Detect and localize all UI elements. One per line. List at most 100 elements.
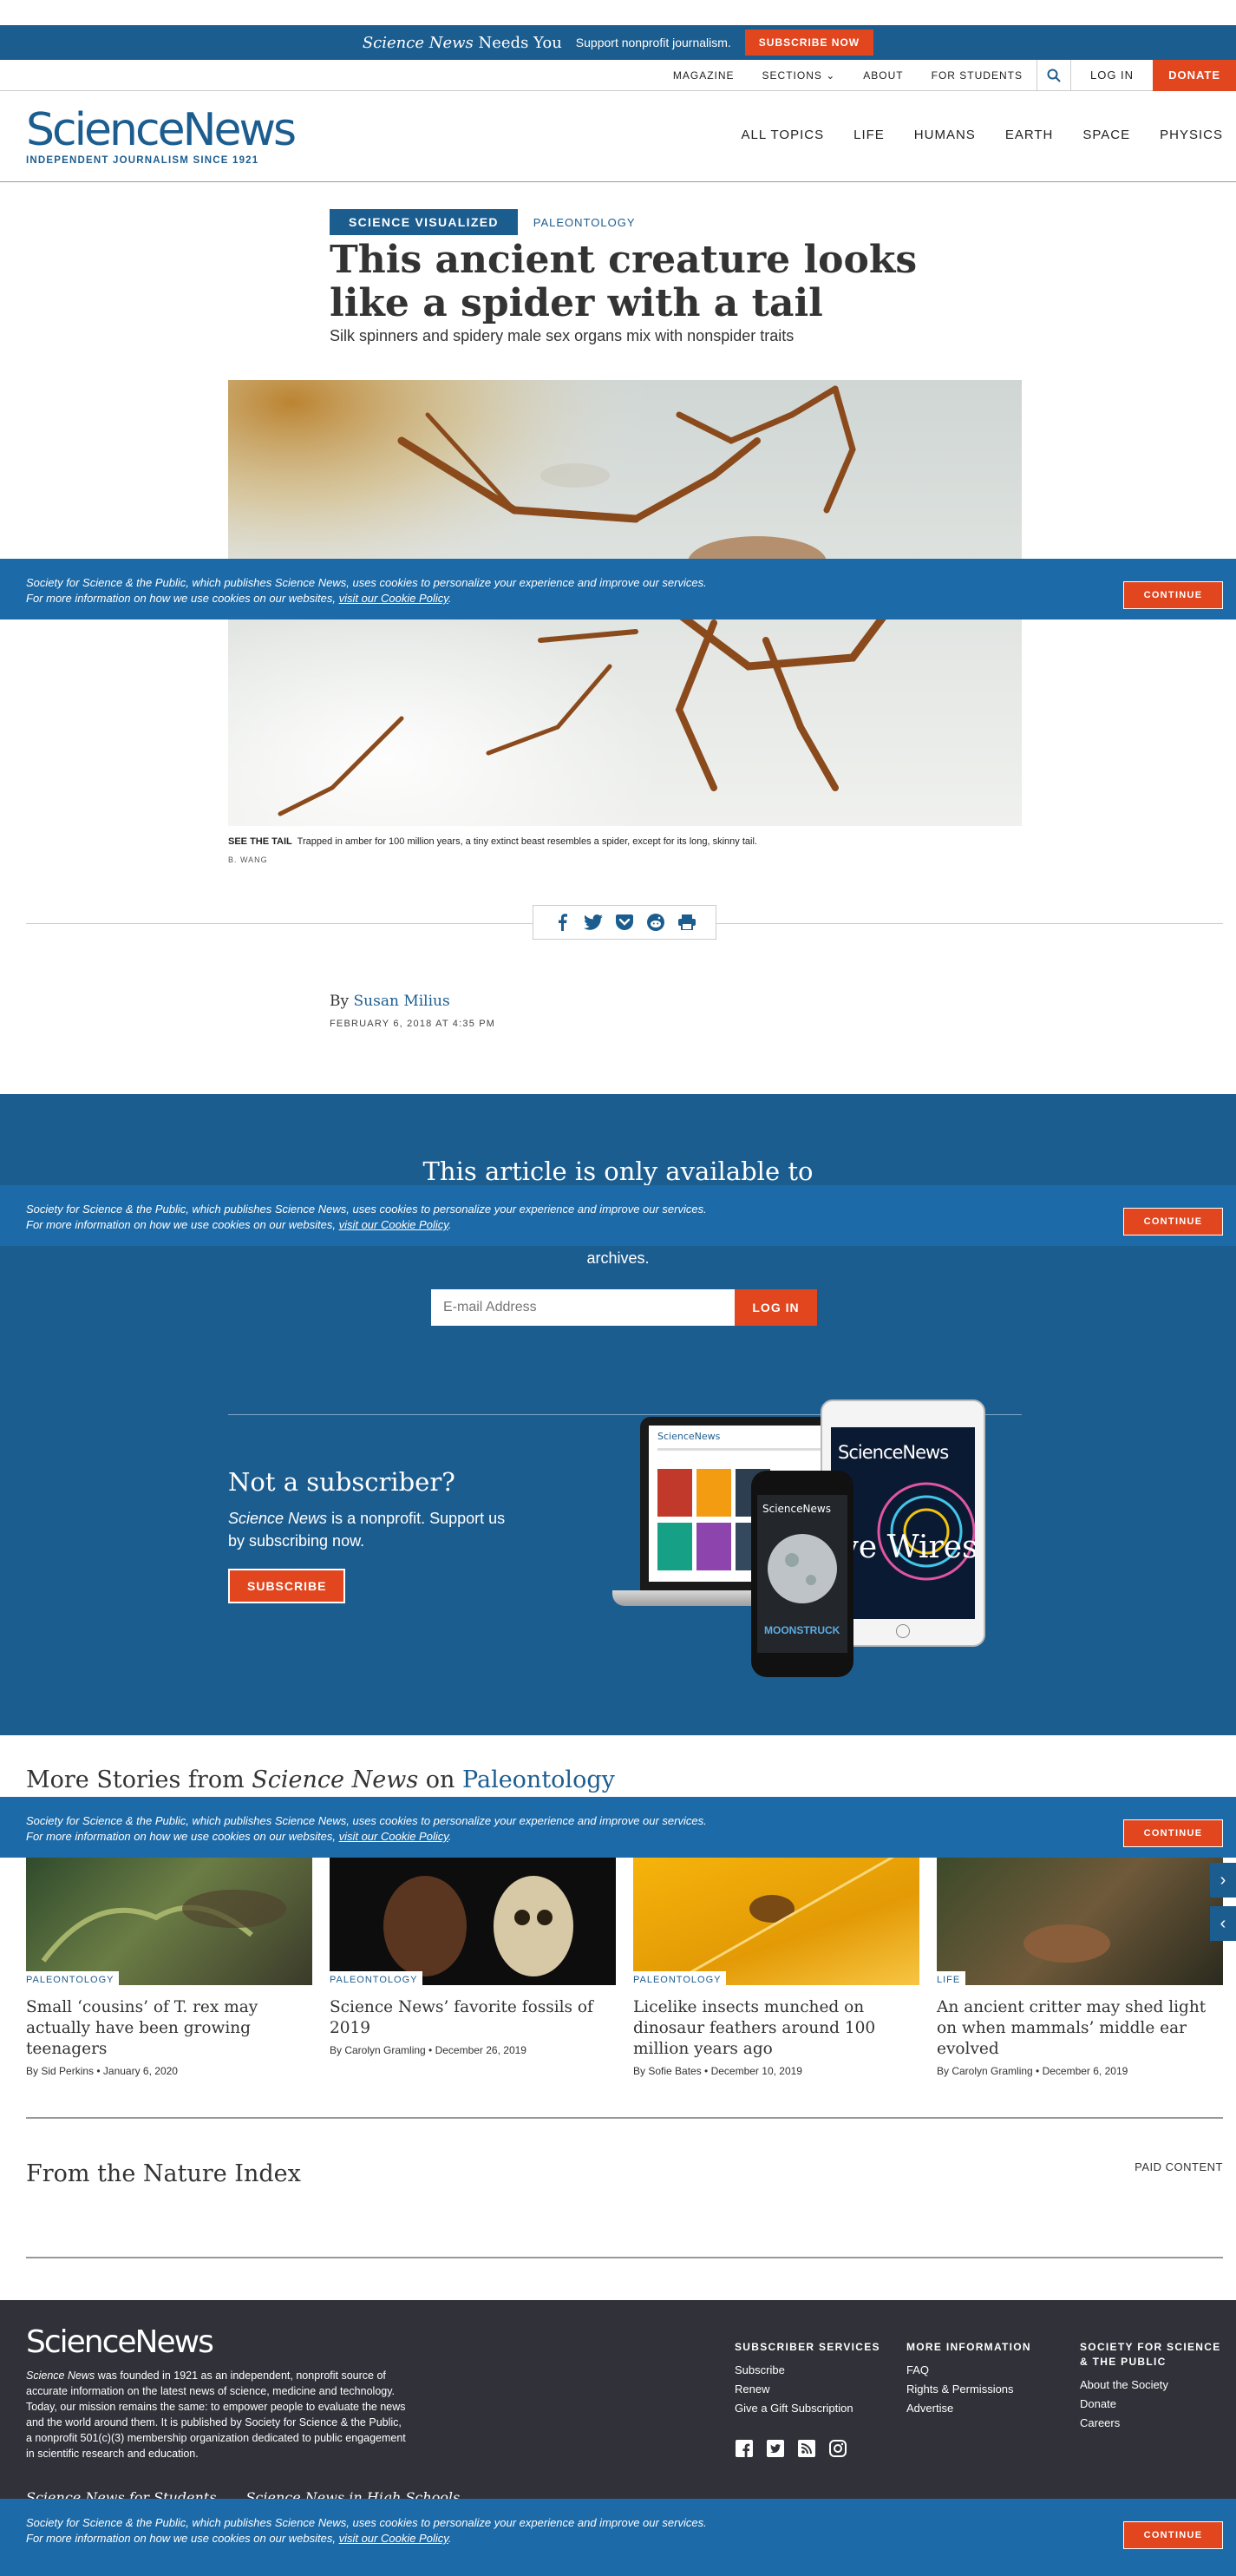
cookie-policy-link[interactable]: visit our Cookie Policy [339,592,448,605]
prev-arrow-icon[interactable]: ‹ [1210,1906,1236,1941]
footer-link-advertise[interactable]: Advertise [906,2402,1031,2415]
logo-tagline: INDEPENDENT JOURNALISM SINCE 1921 [26,155,259,166]
story-card[interactable]: LIFE An ancient critter may shed light o… [937,1857,1223,2077]
login-link[interactable]: LOG IN [1071,69,1153,82]
story-card[interactable]: PALEONTOLOGY Small ‘cousins’ of T. rex m… [26,1857,312,2077]
rss-icon[interactable] [797,2439,816,2458]
facebook-icon[interactable] [735,2439,754,2458]
phone-image: ScienceNews MOONSTRUCK [751,1471,853,1677]
article-kicker: SCIENCE VISUALIZED PALEONTOLOGY [330,209,636,235]
story-title[interactable]: An ancient critter may shed light on whe… [937,1997,1223,2060]
subscribe-now-button[interactable]: SUBSCRIBE NOW [744,29,874,56]
svg-text:MOONSTRUCK: MOONSTRUCK [764,1624,840,1636]
image-caption: SEE THE TAIL Trapped in amber for 100 mi… [228,836,757,847]
svg-text:ScienceNews: ScienceNews [657,1431,721,1442]
device-mockups: ScienceNews ScienceNews ive Wires Scienc… [612,1399,985,1677]
cookie-continue-button[interactable]: CONTINUE [1123,2521,1223,2549]
cookie-continue-button[interactable]: CONTINUE [1123,1208,1223,1236]
facebook-icon[interactable] [553,913,572,932]
byline: By Susan Milius [330,993,450,1010]
about-link[interactable]: ABOUT [849,69,917,82]
caption-label: SEE THE TAIL [228,836,292,847]
reddit-icon[interactable] [646,913,665,932]
story-thumbnail[interactable]: PALEONTOLOGY [633,1855,919,1987]
nav-life[interactable]: LIFE [853,128,885,142]
email-field[interactable] [431,1289,735,1326]
cookie-policy-link[interactable]: visit our Cookie Policy [339,1830,448,1843]
kicker-science-visualized[interactable]: SCIENCE VISUALIZED [330,209,518,235]
promo-text: Support nonprofit journalism. [575,36,731,49]
story-thumbnail[interactable]: LIFE [937,1857,1223,1985]
story-tag[interactable]: LIFE [937,1971,966,1985]
cookie-text: Society for Science & the Public, which … [26,2516,707,2545]
paywall-login-button[interactable]: LOG IN [735,1289,817,1326]
print-icon[interactable] [677,913,696,932]
site-logo[interactable]: ScienceNews INDEPENDENT JOURNALISM SINCE… [26,104,297,166]
story-meta: By Carolyn Gramling • December 26, 2019 [330,2044,526,2056]
svg-text:ScienceNews: ScienceNews [838,1442,948,1463]
donate-button[interactable]: DONATE [1153,59,1236,91]
story-title[interactable]: Licelike insects munched on dinosaur fea… [633,1997,919,2060]
more-stories-category-link[interactable]: Paleontology [462,1766,615,1793]
author-link[interactable]: Susan Milius [354,993,450,1010]
story-tag[interactable]: PALEONTOLOGY [633,1971,727,1985]
search-icon[interactable] [1036,59,1071,91]
subscribe-button[interactable]: SUBSCRIBE [228,1569,346,1603]
story-tag[interactable]: PALEONTOLOGY [26,1971,120,1985]
footer-link-careers[interactable]: Careers [1080,2416,1227,2429]
story-tag[interactable]: PALEONTOLOGY [330,1971,423,1985]
cookie-policy-link[interactable]: visit our Cookie Policy [339,1218,448,1231]
cookie-banner: Society for Science & the Public, which … [0,2499,1236,2576]
nav-earth[interactable]: EARTH [1005,128,1054,142]
publish-date: FEBRUARY 6, 2018 AT 4:35 PM [330,1019,496,1029]
story-thumbnail[interactable]: PALEONTOLOGY [26,1857,312,1985]
story-card[interactable]: PALEONTOLOGY Licelike insects munched on… [633,1855,919,2077]
twitter-icon[interactable] [766,2439,785,2458]
next-arrow-icon[interactable]: › [1210,1863,1236,1898]
magazine-link[interactable]: MAGAZINE [659,69,749,82]
footer-link-about-society[interactable]: About the Society [1080,2378,1227,2391]
pocket-icon[interactable] [615,913,634,932]
footer-link-subscribe[interactable]: Subscribe [735,2363,880,2376]
story-title[interactable]: Small ‘cousins’ of T. rex may actually h… [26,1997,312,2060]
footer-subscriber-services: SUBSCRIBER SERVICES Subscribe Renew Give… [735,2340,880,2421]
share-bar [533,905,716,940]
not-subscriber-text: Science News is a nonprofit. Support us … [228,1510,506,1550]
tablet-home-button [896,1624,910,1638]
twitter-icon[interactable] [584,913,603,932]
story-title[interactable]: Science News’ favorite fossils of 2019 [330,1997,616,2039]
masthead: ScienceNews INDEPENDENT JOURNALISM SINCE… [0,91,1236,182]
utility-nav: MAGAZINE SECTIONS ⌄ ABOUT FOR STUDENTS L… [0,59,1236,91]
story-card[interactable]: PALEONTOLOGY Science News’ favorite foss… [330,1857,616,2077]
instagram-icon[interactable] [828,2439,847,2458]
story-cards: PALEONTOLOGY Small ‘cousins’ of T. rex m… [26,1855,1223,2077]
logo-wordmark: ScienceNews [26,104,297,156]
image-credit: B. WANG [228,855,268,864]
footer-social [735,2439,847,2458]
footer-col-title: SOCIETY FOR SCIENCE & THE PUBLIC [1080,2341,1221,2368]
article-dek: Silk spinners and spidery male sex organ… [330,327,795,344]
cookie-continue-button[interactable]: CONTINUE [1123,1819,1223,1847]
sections-menu[interactable]: SECTIONS ⌄ [749,69,850,82]
footer-link-donate[interactable]: Donate [1080,2397,1227,2410]
cookie-text: Society for Science & the Public, which … [26,1203,707,1231]
footer-logo[interactable]: ScienceNews [26,2324,214,2360]
top-strip [0,0,1236,25]
nav-humans[interactable]: HUMANS [914,128,976,142]
nature-index-title: From the Nature Index [26,2160,301,2187]
story-meta: By Sofie Bates • December 10, 2019 [633,2065,802,2077]
footer-link-rights[interactable]: Rights & Permissions [906,2383,1031,2396]
footer-link-renew[interactable]: Renew [735,2383,880,2396]
nav-all-topics[interactable]: ALL TOPICS [742,128,825,142]
story-thumbnail[interactable]: PALEONTOLOGY [330,1857,616,1985]
svg-text:ScienceNews: ScienceNews [762,1503,831,1515]
for-students-link[interactable]: FOR STUDENTS [918,69,1037,82]
nav-space[interactable]: SPACE [1082,128,1130,142]
footer-link-gift[interactable]: Give a Gift Subscription [735,2402,880,2415]
cookie-continue-button[interactable]: CONTINUE [1123,581,1223,609]
nav-physics[interactable]: PHYSICS [1160,128,1223,142]
footer-link-faq[interactable]: FAQ [906,2363,1031,2376]
cookie-policy-link[interactable]: visit our Cookie Policy [339,2532,448,2545]
caption-text: Trapped in amber for 100 million years, … [297,836,757,847]
kicker-paleontology[interactable]: PALEONTOLOGY [533,216,636,229]
